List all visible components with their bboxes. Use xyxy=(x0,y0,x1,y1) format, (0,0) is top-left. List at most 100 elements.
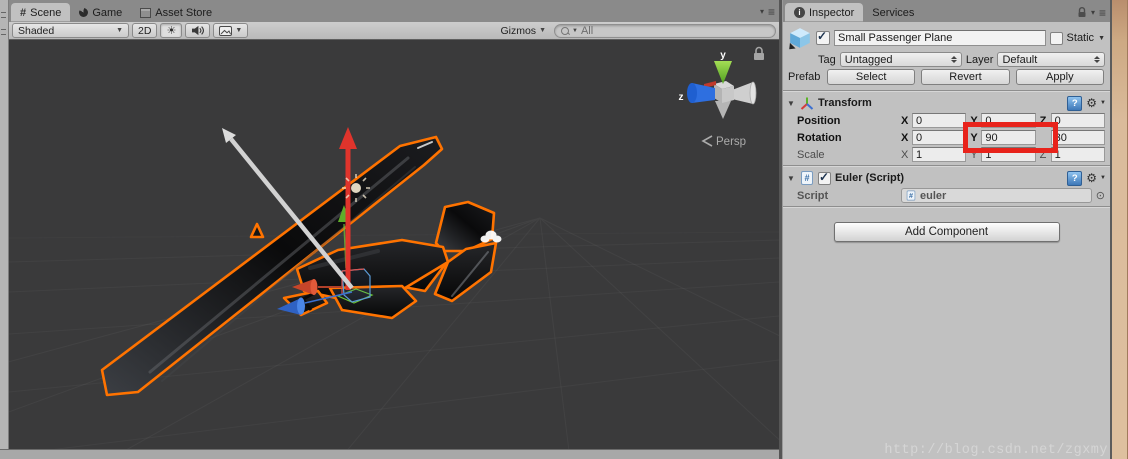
gear-icon[interactable]: ⚙ xyxy=(1086,97,1097,109)
2d-toggle-label: 2D xyxy=(138,24,152,37)
tab-inspector[interactable]: i Inspector xyxy=(785,3,864,22)
inspector-panel-menu[interactable]: ▾ ≡ xyxy=(1077,7,1106,19)
shading-mode-label: Shaded xyxy=(18,24,55,37)
static-checkbox[interactable] xyxy=(1049,31,1063,45)
euler-script-header[interactable]: ▼ # Euler (Script) ? ⚙▼ xyxy=(783,169,1110,187)
panel-menu-icon[interactable]: ≡ xyxy=(1099,7,1106,19)
scene-panel: # Scene Game Asset Store ▾ ≡ Shaded ▼ 2D… xyxy=(0,0,1031,459)
gear-dropdown-icon: ▼ xyxy=(1100,100,1106,106)
position-x-field[interactable]: 0 xyxy=(912,113,967,128)
scene-audio-button[interactable] xyxy=(185,23,211,38)
help-icon[interactable]: ? xyxy=(1067,95,1083,111)
scale-z-field[interactable]: 1 xyxy=(1050,147,1105,162)
search-filter-text: All xyxy=(580,24,594,37)
gameobject-header: Small Passenger Plane Static ▼ xyxy=(783,22,1110,53)
script-object-field[interactable]: # euler xyxy=(901,188,1092,203)
prefab-row: Prefab Select Revert Apply xyxy=(783,68,1110,88)
gizmos-dropdown[interactable]: Gizmos ▼ xyxy=(495,24,551,37)
prefab-select-button[interactable]: Select xyxy=(827,69,916,85)
rotation-y-field[interactable]: 90 xyxy=(981,130,1036,145)
dock-handle-icon xyxy=(1,29,6,35)
unity-editor-window: # Scene Game Asset Store ▾ ≡ Shaded ▼ 2D… xyxy=(0,0,1128,459)
window-edge-strip xyxy=(1110,0,1128,459)
info-icon: i xyxy=(794,7,805,18)
divider xyxy=(783,165,1110,167)
help-icon[interactable]: ? xyxy=(1067,170,1083,186)
2d-toggle-button[interactable]: 2D xyxy=(132,23,158,38)
svg-text:#: # xyxy=(909,192,913,200)
scale-y-field[interactable]: 1 xyxy=(981,147,1036,162)
panel-menu-icon[interactable]: ≡ xyxy=(768,6,775,18)
tag-dropdown[interactable]: Untagged xyxy=(839,52,962,67)
rotation-label: Rotation xyxy=(797,131,842,144)
csharp-script-icon: # xyxy=(906,190,916,201)
panel-dropdown-icon[interactable]: ▾ xyxy=(760,7,764,16)
game-view-icon xyxy=(79,8,89,17)
prefab-label: Prefab xyxy=(788,71,821,83)
scene-search-input[interactable]: ▼ All xyxy=(554,23,776,38)
shading-mode-dropdown[interactable]: Shaded ▼ xyxy=(12,23,129,38)
tag-layer-row: Tag Untagged Layer Default xyxy=(783,51,1110,68)
tab-game-label: Game xyxy=(92,6,123,19)
layer-dropdown[interactable]: Default xyxy=(997,52,1105,67)
image-icon xyxy=(219,25,233,36)
add-component-button[interactable]: Add Component xyxy=(833,222,1060,242)
divider xyxy=(783,90,1110,92)
inspector-panel: i Inspector Services ▾ ≡ ✓ Small Passeng… xyxy=(783,0,1110,459)
script-enabled-checkbox[interactable] xyxy=(818,170,831,185)
popup-arrows-icon xyxy=(1094,56,1100,63)
chevron-down-icon[interactable]: ▼ xyxy=(235,27,242,34)
position-z-field[interactable]: 0 xyxy=(1050,113,1105,128)
transform-header[interactable]: ▼ Transform ? ⚙ ▼ xyxy=(783,94,1110,112)
popup-arrows-icon xyxy=(950,56,957,63)
prefab-revert-button[interactable]: Revert xyxy=(921,69,1010,85)
tab-asset-store-label: Asset Store xyxy=(155,6,213,19)
search-icon xyxy=(561,26,569,35)
tag-label: Tag xyxy=(818,53,836,66)
tab-game[interactable]: Game xyxy=(70,3,131,22)
tab-inspector-label: Inspector xyxy=(809,6,855,19)
tab-asset-store[interactable]: Asset Store xyxy=(131,3,221,22)
rotation-x-field[interactable]: 0 xyxy=(912,130,967,145)
asset-store-icon xyxy=(140,7,152,18)
object-picker-icon[interactable]: ⊙ xyxy=(1096,190,1105,201)
active-checkbox[interactable] xyxy=(816,29,830,45)
rotation-row: Rotation X 0 Y 90 Z 30 xyxy=(783,122,1110,153)
camera-mode-label: Persp xyxy=(716,136,746,148)
gameobject-name-field[interactable]: Small Passenger Plane xyxy=(834,30,1046,46)
gameobject-icon[interactable] xyxy=(786,26,812,53)
tab-scene-label: Scene xyxy=(30,6,62,19)
static-dropdown-icon[interactable]: ▼ xyxy=(1098,35,1105,42)
tab-services[interactable]: Services xyxy=(863,3,923,22)
divider xyxy=(783,206,1110,208)
scene-effects-button[interactable]: ▼ xyxy=(213,23,249,38)
scene-lighting-button[interactable]: ☀ xyxy=(160,23,183,38)
foldout-icon[interactable]: ▼ xyxy=(787,174,796,183)
script-row: Script # euler ⊙ xyxy=(783,187,1110,204)
rotation-z-field[interactable]: 30 xyxy=(1050,130,1105,145)
foldout-icon[interactable]: ▼ xyxy=(787,99,796,108)
svg-text:#: # xyxy=(804,173,809,183)
gear-icon[interactable]: ⚙ xyxy=(1086,172,1097,184)
search-filter-dropdown-icon[interactable]: ▼ xyxy=(572,28,578,34)
scene-panel-menu[interactable]: ▾ ≡ xyxy=(760,6,775,18)
position-y-field[interactable]: 0 xyxy=(981,113,1036,128)
scene-view-canvas[interactable]: y z Persp xyxy=(0,40,1031,459)
scene-toolbar: Shaded ▼ 2D ☀ ▼ Gizmos ▼ ▼ All xyxy=(9,22,779,40)
tab-scene[interactable]: # Scene xyxy=(11,3,71,22)
scene-tabbar: # Scene Game Asset Store ▾ ≡ xyxy=(9,0,779,22)
static-label: Static xyxy=(1066,32,1095,44)
scale-label: Scale xyxy=(797,148,825,161)
prefab-apply-button[interactable]: Apply xyxy=(1015,69,1104,85)
chevron-down-icon: ▼ xyxy=(539,27,546,34)
gizmo-y-label: y xyxy=(720,50,726,61)
lock-icon[interactable] xyxy=(1077,7,1087,18)
scale-x-field[interactable]: 1 xyxy=(912,147,967,162)
script-value: euler xyxy=(920,189,947,202)
scale-row: Scale X 1 Y 1 Z 1 xyxy=(783,146,1110,163)
scene-viewport[interactable]: y z Persp xyxy=(0,40,1031,459)
panel-dropdown-icon[interactable]: ▾ xyxy=(1091,8,1095,17)
position-row: Position X 0 Y 0 Z 0 xyxy=(783,112,1110,129)
scene-grid-icon: # xyxy=(20,6,27,19)
left-dock-strip xyxy=(0,0,9,449)
